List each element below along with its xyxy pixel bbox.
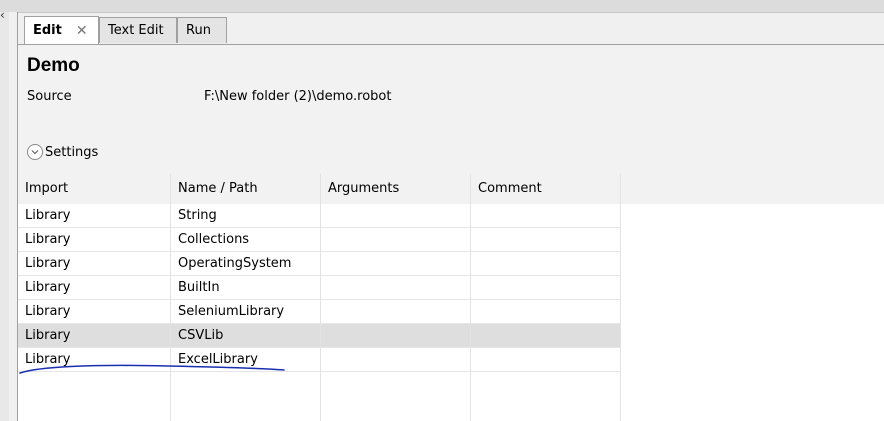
table-row[interactable]: Library String [18,204,884,227]
column-divider [320,174,321,421]
close-icon[interactable]: ✕ [76,24,88,38]
import-cell[interactable]: Library [18,348,70,371]
import-cell[interactable]: Library [18,228,70,251]
column-divider [170,174,171,421]
table-row[interactable]: Library SeleniumLibrary [18,300,884,323]
page-title: Demo [27,55,80,76]
table-row[interactable]: Library Collections [18,228,884,251]
suite-editor: Demo Source F:\New folder (2)\demo.robot… [18,45,884,421]
name-cell[interactable]: OperatingSystem [171,252,291,275]
table-row[interactable]: Library OperatingSystem [18,252,884,275]
tab-edit[interactable]: Edit ✕ [24,16,99,44]
suite-header-panel: Demo Source F:\New folder (2)\demo.robot… [18,45,884,174]
name-cell[interactable]: String [171,204,217,227]
import-table: Import Name / Path Arguments Comment Lib… [18,174,884,421]
name-cell[interactable]: Collections [171,228,249,251]
settings-toggle[interactable]: Settings [27,144,98,160]
left-gutter [0,12,9,421]
column-header-comment[interactable]: Comment [471,174,542,204]
import-cell[interactable]: Library [18,324,70,347]
column-divider [620,174,621,421]
tab-run[interactable]: Run [177,17,227,43]
chevron-down-icon [27,144,43,160]
table-header-row: Import Name / Path Arguments Comment [18,174,884,204]
name-cell[interactable]: CSVLib [171,324,223,347]
tab-text-edit[interactable]: Text Edit [99,17,177,43]
import-cell[interactable]: Library [18,300,70,323]
column-header-import[interactable]: Import [18,174,68,204]
import-cell[interactable]: Library [18,204,70,227]
tab-run-label: Run [186,23,211,38]
collapse-arrow-icon[interactable]: ‹ [0,9,9,21]
table-row[interactable]: Library ExcelLibrary [18,348,884,371]
column-divider [470,174,471,421]
editor-tab-bar: Edit ✕ Text Edit Run [18,13,884,45]
name-cell[interactable]: ExcelLibrary [171,348,258,371]
name-cell[interactable]: BuiltIn [171,276,220,299]
import-cell[interactable]: Library [18,276,70,299]
source-path: F:\New folder (2)\demo.robot [204,89,392,104]
table-row[interactable]: Library BuiltIn [18,276,884,299]
import-cell[interactable]: Library [18,252,70,275]
settings-label: Settings [45,144,99,160]
tab-edit-label: Edit [33,23,62,38]
name-cell[interactable]: SeleniumLibrary [171,300,284,323]
source-label: Source [27,89,72,104]
left-divider [9,12,18,421]
column-header-arguments[interactable]: Arguments [321,174,399,204]
tab-text-edit-label: Text Edit [108,23,164,38]
column-header-name-path[interactable]: Name / Path [171,174,258,204]
window-top-strip [0,0,884,13]
